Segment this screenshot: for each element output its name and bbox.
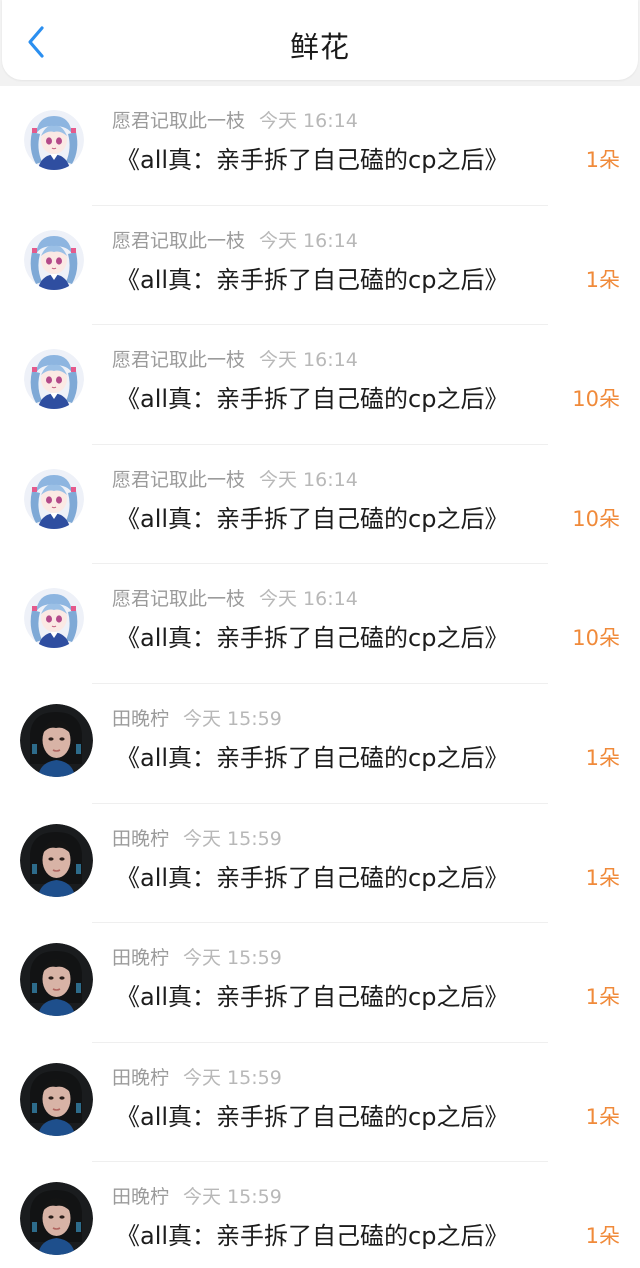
sender-name[interactable]: 愿君记取此一枝 bbox=[112, 588, 245, 610]
flower-count: 10朵 bbox=[572, 506, 620, 531]
sender-meta: 愿君记取此一枝 今天 16:14 bbox=[112, 106, 358, 133]
book-title-link[interactable]: 《all真：亲手拆了自己磕的cp之后》 bbox=[116, 618, 508, 653]
list-item[interactable]: 愿君记取此一枝 今天 16:14 《all真：亲手拆了自己磕的cp之后》 1朵 bbox=[0, 206, 640, 326]
avatar[interactable] bbox=[24, 229, 84, 290]
sender-meta: 田晚柠 今天 15:59 bbox=[112, 704, 282, 731]
avatar[interactable] bbox=[24, 110, 84, 170]
flower-count: 10朵 bbox=[572, 387, 620, 412]
book-title-link[interactable]: 《all真：亲手拆了自己磕的cp之后》 bbox=[116, 379, 508, 414]
flower-count: 1朵 bbox=[585, 746, 620, 770]
flower-count: 1朵 bbox=[585, 148, 620, 172]
timestamp: 今天 15:59 bbox=[183, 947, 282, 970]
flower-count: 1朵 bbox=[585, 985, 620, 1010]
list-item[interactable]: 田晚柠 今天 15:59 《all真：亲手拆了自己磕的cp之后》 1朵 bbox=[0, 804, 640, 924]
list-item[interactable]: 田晚柠 今天 15:59 《all真：亲手拆了自己磕的cp之后》 1朵 bbox=[0, 1043, 640, 1163]
sender-meta: 田晚柠 今天 15:59 bbox=[112, 943, 282, 970]
list-item[interactable]: 田晚柠 今天 15:59 《all真：亲手拆了自己磕的cp之后》 1朵 bbox=[0, 923, 640, 1043]
book-title-link[interactable]: 《all真：亲手拆了自己磕的cp之后》 bbox=[116, 977, 508, 1012]
sender-meta: 愿君记取此一枝 今天 16:14 bbox=[112, 345, 358, 372]
book-title-link[interactable]: 《all真：亲手拆了自己磕的cp之后》 bbox=[116, 738, 508, 773]
sender-name[interactable]: 愿君记取此一枝 bbox=[112, 469, 245, 491]
list-item[interactable]: 田晚柠 今天 15:59 《all真：亲手拆了自己磕的cp之后》 1朵 bbox=[0, 1162, 640, 1268]
timestamp: 今天 16:14 bbox=[259, 110, 358, 132]
flower-count: 1朵 bbox=[585, 267, 620, 292]
app-screen: 鲜花 愿君记取此一枝 今天 16:14 《all真：亲手拆了自己磕的cp之后》 1朵 … bbox=[0, 0, 640, 1268]
avatar[interactable] bbox=[20, 943, 93, 1017]
flower-count: 1朵 bbox=[585, 1104, 620, 1129]
avatar[interactable] bbox=[20, 823, 93, 897]
sender-name[interactable]: 愿君记取此一枝 bbox=[112, 230, 245, 252]
timestamp: 今天 15:59 bbox=[183, 1186, 282, 1209]
list-item[interactable]: 愿君记取此一枝 今天 16:14 《all真：亲手拆了自己磕的cp之后》 10朵 bbox=[0, 564, 640, 684]
sender-name[interactable]: 田晚柠 bbox=[112, 1186, 169, 1208]
timestamp: 今天 15:59 bbox=[183, 708, 282, 730]
flower-count: 1朵 bbox=[585, 1224, 620, 1249]
sender-meta: 田晚柠 今天 15:59 bbox=[112, 1063, 282, 1090]
book-title-link[interactable]: 《all真：亲手拆了自己磕的cp之后》 bbox=[116, 1216, 508, 1251]
avatar[interactable] bbox=[20, 1062, 93, 1136]
book-title-link[interactable]: 《all真：亲手拆了自己磕的cp之后》 bbox=[116, 858, 508, 893]
book-title-link[interactable]: 《all真：亲手拆了自己磕的cp之后》 bbox=[116, 260, 508, 295]
sender-name[interactable]: 愿君记取此一枝 bbox=[112, 349, 245, 371]
timestamp: 今天 16:14 bbox=[259, 468, 358, 491]
sender-meta: 愿君记取此一枝 今天 16:14 bbox=[112, 584, 358, 611]
sender-meta: 愿君记取此一枝 今天 16:14 bbox=[112, 226, 358, 253]
book-title-link[interactable]: 《all真：亲手拆了自己磕的cp之后》 bbox=[116, 140, 508, 175]
flower-count: 10朵 bbox=[572, 626, 620, 651]
timestamp: 今天 16:14 bbox=[259, 229, 358, 252]
page-title: 鲜花 bbox=[289, 30, 350, 64]
avatar[interactable] bbox=[24, 349, 84, 410]
avatar[interactable] bbox=[20, 1182, 93, 1256]
book-title-link[interactable]: 《all真：亲手拆了自己磕的cp之后》 bbox=[116, 1097, 508, 1132]
flower-count: 1朵 bbox=[585, 865, 620, 890]
sender-name[interactable]: 田晚柠 bbox=[112, 947, 169, 969]
flower-record-list[interactable]: 愿君记取此一枝 今天 16:14 《all真：亲手拆了自己磕的cp之后》 1朵 愿君记… bbox=[0, 86, 640, 1268]
sender-name[interactable]: 愿君记取此一枝 bbox=[112, 110, 245, 132]
timestamp: 今天 16:14 bbox=[259, 588, 358, 611]
book-title-link[interactable]: 《all真：亲手拆了自己磕的cp之后》 bbox=[116, 499, 508, 534]
timestamp: 今天 15:59 bbox=[183, 1066, 282, 1089]
list-item[interactable]: 愿君记取此一枝 今天 16:14 《all真：亲手拆了自己磕的cp之后》 10朵 bbox=[0, 445, 640, 565]
avatar[interactable] bbox=[24, 588, 84, 649]
avatar[interactable] bbox=[20, 704, 93, 777]
sender-name[interactable]: 田晚柠 bbox=[112, 1067, 169, 1089]
timestamp: 今天 16:14 bbox=[259, 349, 358, 372]
sender-meta: 田晚柠 今天 15:59 bbox=[112, 1182, 282, 1209]
sender-meta: 愿君记取此一枝 今天 16:14 bbox=[112, 465, 358, 492]
timestamp: 今天 15:59 bbox=[183, 827, 282, 850]
list-item[interactable]: 愿君记取此一枝 今天 16:14 《all真：亲手拆了自己磕的cp之后》 1朵 bbox=[0, 86, 640, 206]
top-bar: 鲜花 bbox=[2, 0, 638, 80]
list-item[interactable]: 愿君记取此一枝 今天 16:14 《all真：亲手拆了自己磕的cp之后》 10朵 bbox=[0, 325, 640, 445]
sender-meta: 田晚柠 今天 15:59 bbox=[112, 824, 282, 851]
avatar[interactable] bbox=[24, 468, 84, 529]
sender-name[interactable]: 田晚柠 bbox=[112, 828, 169, 850]
list-item[interactable]: 田晚柠 今天 15:59 《all真：亲手拆了自己磕的cp之后》 1朵 bbox=[0, 684, 640, 804]
sender-name[interactable]: 田晚柠 bbox=[112, 708, 169, 730]
